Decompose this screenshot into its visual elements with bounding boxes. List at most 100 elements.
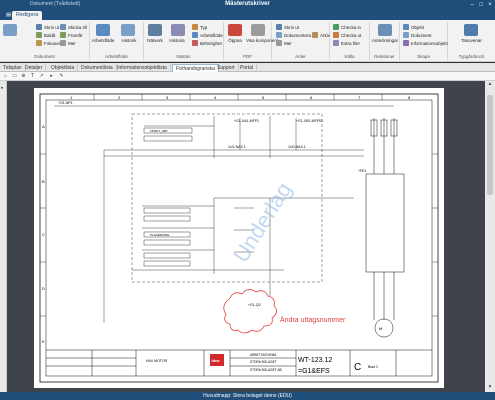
motor-symbol: M [379, 326, 382, 331]
scroll-down-icon[interactable]: ▼ [485, 384, 495, 392]
more-small-button[interactable]: Mer [276, 40, 292, 46]
checkin-button[interactable]: Checka in [333, 24, 361, 30]
tab-dokumentlista[interactable]: Dokumentlista [78, 64, 117, 72]
notes-button[interactable]: Anteckningar [370, 38, 400, 43]
more-button[interactable]: Mer [60, 40, 76, 46]
close-icon[interactable]: × [485, 0, 495, 10]
tab-detaljer[interactable]: Detaljer [22, 64, 47, 72]
template-button[interactable]: Tasuvenar [448, 38, 495, 43]
new-document-button[interactable]: Dokument [403, 32, 432, 38]
tab-support[interactable]: Support [214, 64, 239, 72]
send-icon [60, 24, 66, 30]
column-grid [40, 94, 438, 317]
new-infoobject-button[interactable]: Informationsobjekt [403, 40, 448, 46]
ribbon-group-nastan: Nätverk Historia Typ Arbetsflöde Behörig… [144, 22, 224, 60]
left-panel[interactable]: ▸ [0, 81, 7, 392]
app-title: Mästerutskriver [225, 1, 270, 7]
more-small-icon [276, 40, 282, 46]
panel-toggle-icon[interactable]: ▸ [1, 85, 4, 91]
schematic-drawing: 1 2 3 4 5 6 7 8 A B C D E +G1-NP1 +G1-XA… [39, 93, 439, 383]
group-label-nastan: Nästan [176, 54, 191, 59]
type-button[interactable]: Typ [192, 24, 207, 30]
checkin-icon [333, 24, 339, 30]
group-label-anter: Anter [295, 54, 306, 59]
expand-icon[interactable]: ▸ [48, 73, 55, 80]
motor-ref-label: +FE1 [358, 169, 367, 173]
status-text: Huvudmapp: Stora bolaget demo (EDU) [203, 393, 292, 399]
open-pdf-button[interactable]: Öppna [224, 38, 246, 43]
home-icon[interactable]: ⌂ [2, 73, 9, 80]
send-to-button[interactable]: Skicka till [60, 24, 87, 30]
sheet-number: Blad 1 [368, 365, 378, 369]
history-button[interactable]: Historik [117, 38, 141, 43]
ribbon-group-typ: Tasuvenar Typgårdsoch [448, 22, 495, 60]
scroll-up-icon[interactable]: ▲ [485, 81, 495, 89]
group-label-pdf: PDF [243, 54, 252, 59]
tab-portal[interactable]: Portal [237, 64, 258, 72]
component-icon [251, 24, 265, 36]
row-label-b: B [42, 179, 45, 184]
col-label-2: 2 [118, 95, 121, 100]
row-label-d: D [42, 286, 45, 291]
forward-button[interactable]: Framåt [60, 32, 82, 38]
checkout-button[interactable]: Checka ut [333, 32, 361, 38]
network-icon [148, 24, 162, 36]
type-icon [192, 24, 198, 30]
tab-objektlista[interactable]: Objektlista [48, 64, 79, 72]
arrow-icon[interactable]: ↗ [38, 73, 45, 80]
group-label-kalla: Källa [344, 54, 355, 59]
document-icon [3, 24, 17, 36]
title-doc-sub2: STORA BOLAGET AB [250, 368, 282, 372]
print-small-button[interactable]: Skriv ut [276, 24, 299, 30]
row-label-c: C [42, 232, 45, 237]
title-doc-sub1: STORA BOLAGET [250, 360, 277, 364]
vertical-scrollbar[interactable]: ▲ ▼ [485, 81, 495, 392]
company-logo-text: idea [212, 358, 221, 363]
block-b-label: PLANER/ONE [150, 233, 169, 237]
extra-files-button[interactable]: Extra filer [333, 40, 360, 46]
mid-wiring [103, 150, 354, 323]
tab-redigera[interactable]: Redigera [12, 11, 43, 20]
back-button[interactable]: Bakåt [36, 32, 56, 38]
text-icon[interactable]: T [29, 73, 36, 80]
tab-forhandsgranska[interactable]: Förhandsgranska [172, 64, 219, 72]
scrollbar-thumb[interactable] [487, 95, 493, 195]
tab-informationsobjektlista[interactable]: Informationsobjektlista [114, 64, 171, 72]
document-small-button[interactable]: Dokumentera [276, 32, 311, 38]
forward-icon [60, 32, 66, 38]
wire-1-label: 1U1-NAX.1 [228, 145, 246, 149]
back-icon [36, 32, 42, 38]
document-tabs: Tidsplan Detaljer Objektlista Dokumentli… [0, 63, 495, 72]
group-label-dokument: Dokument [34, 54, 55, 59]
title-bar: Dokument (Tvådiskett) Mästerutskriver – … [0, 0, 495, 10]
drawing-ref: =G1&EFS [298, 368, 330, 375]
block-a-label: FPMKT_NBT [150, 129, 168, 133]
template-icon [464, 24, 478, 36]
network-button[interactable]: Nätverk [144, 38, 166, 43]
show-component-button[interactable]: Visa komponent [246, 38, 278, 43]
focus-icon [36, 40, 42, 46]
workflow-small-button[interactable]: Arbetsflöde [192, 32, 223, 38]
page-icon[interactable]: ▭ [11, 73, 18, 80]
checkout-icon [333, 32, 339, 38]
zoom-icon[interactable]: ⊕ [20, 73, 27, 80]
new-object-button[interactable]: Objekt [403, 24, 424, 30]
print-button[interactable]: Skriv ut [36, 24, 59, 30]
revision-letter: C [354, 362, 361, 373]
ribbon-tabs: ▤ Redigera [0, 10, 495, 20]
watermark-text: Underlag [228, 178, 297, 267]
motor-starter [365, 118, 405, 338]
drawing-sheet: 1 2 3 4 5 6 7 8 A B C D E +G1-NP1 +G1-XA… [34, 88, 444, 388]
archive-button[interactable]: Arkiv [312, 32, 330, 38]
pen-icon[interactable]: ✎ [58, 73, 65, 80]
ribbon-group-arbetsflode: Arbetsflöde Historik Arbetsflöde [90, 22, 144, 60]
ribbon-group-dokument: Skriv ut Skicka till Bakåt Framåt Fokuse… [0, 22, 90, 60]
ref-6a-label: +G1-XB1-MFP01 [296, 119, 323, 123]
notes-icon [378, 24, 392, 36]
historia-button[interactable]: Historia [166, 38, 188, 43]
cloud-annotation: Ändra uttagsnummer [280, 316, 346, 324]
wire-2-label: 1U0-NAX.1 [288, 145, 306, 149]
print-small-icon [276, 24, 282, 30]
workflow-button[interactable]: Arbetsflöde [91, 38, 115, 43]
permission-button[interactable]: Behörighet [192, 40, 222, 46]
